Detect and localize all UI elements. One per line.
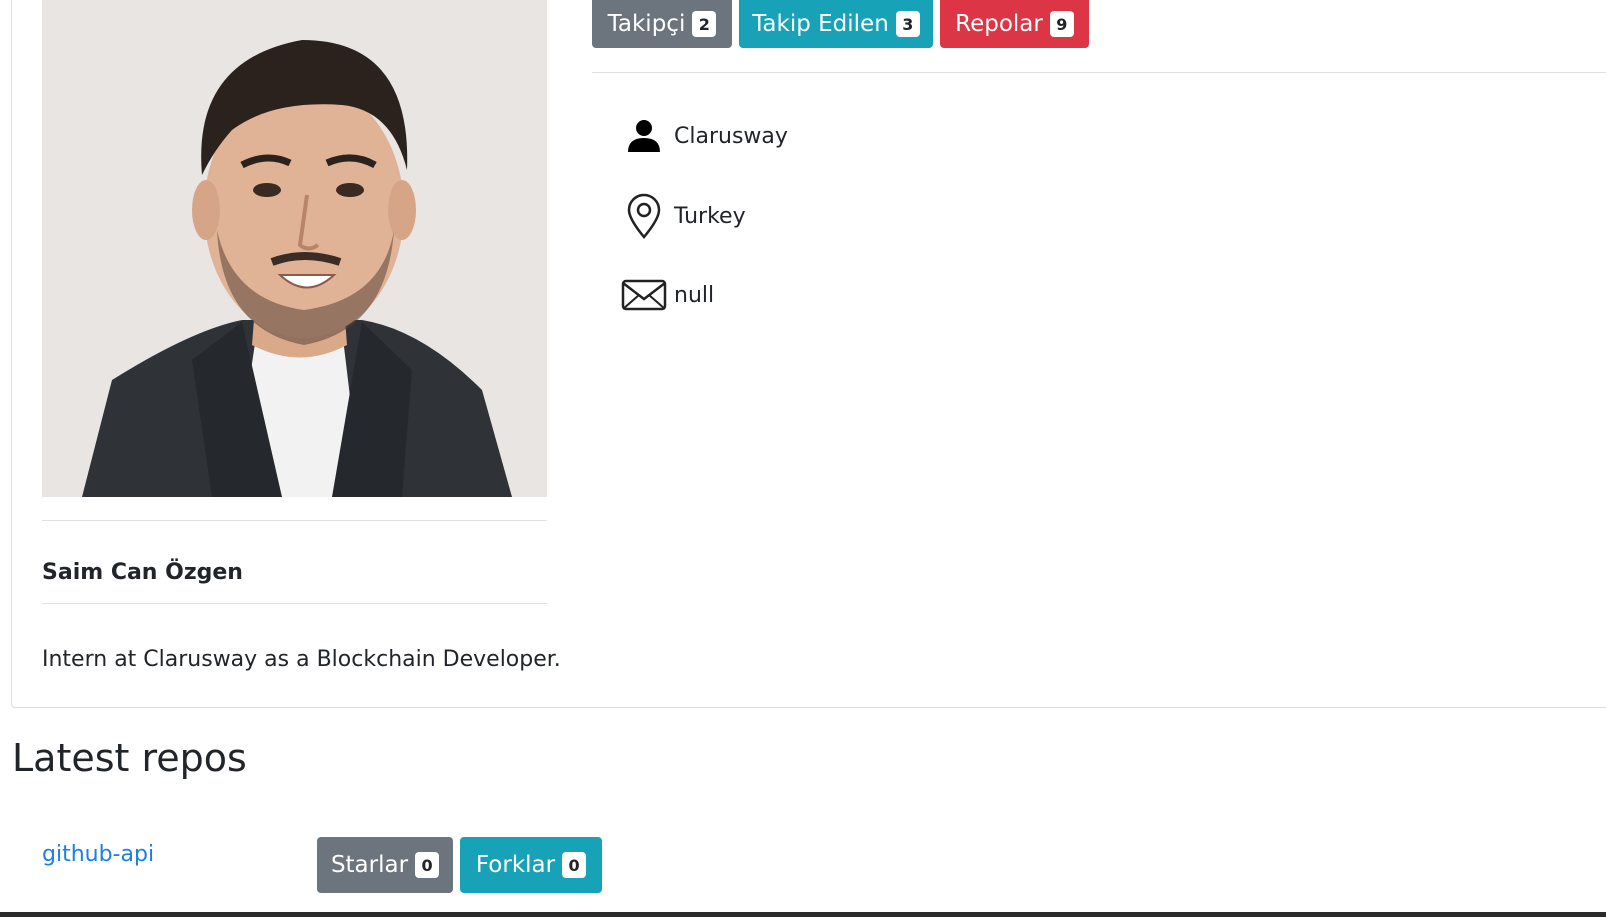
repos-button[interactable]: Repolar 9 xyxy=(940,0,1089,48)
following-label: Takip Edilen xyxy=(752,11,889,37)
following-button[interactable]: Takip Edilen 3 xyxy=(739,0,933,48)
profile-name: Saim Can Özgen xyxy=(42,560,243,585)
avatar-image xyxy=(42,0,547,497)
forks-button[interactable]: Forklar 0 xyxy=(460,837,602,893)
forks-label: Forklar xyxy=(475,852,556,878)
followers-button[interactable]: Takipçi 2 xyxy=(592,0,732,48)
person-icon xyxy=(620,112,668,160)
latest-repos-title: Latest repos xyxy=(12,736,247,780)
location-row: Turkey xyxy=(620,192,746,240)
info-divider xyxy=(592,72,1606,73)
following-count-badge: 3 xyxy=(895,11,920,37)
divider-bottom xyxy=(42,603,547,604)
followers-count-badge: 2 xyxy=(692,11,717,37)
email-text: null xyxy=(674,282,715,308)
company-text: Clarusway xyxy=(674,123,788,149)
envelope-icon xyxy=(620,271,668,319)
bottom-border xyxy=(0,912,1606,917)
email-row: null xyxy=(620,271,714,319)
forks-count-badge: 0 xyxy=(562,852,587,878)
profile-page: Saim Can Özgen Intern at Clarusway as a … xyxy=(0,0,1606,917)
repos-count-badge: 9 xyxy=(1049,11,1074,37)
stars-button[interactable]: Starlar 0 xyxy=(317,837,453,893)
company-row: Clarusway xyxy=(620,112,788,160)
repo-link[interactable]: github-api xyxy=(42,842,154,867)
repos-label: Repolar xyxy=(955,11,1043,37)
stars-count-badge: 0 xyxy=(415,852,440,878)
profile-bio: Intern at Clarusway as a Blockchain Deve… xyxy=(42,647,561,672)
location-text: Turkey xyxy=(674,203,746,229)
stars-label: Starlar xyxy=(330,852,409,878)
followers-label: Takipçi xyxy=(607,11,686,37)
profile-photo xyxy=(42,0,547,497)
location-pin-icon xyxy=(620,192,668,240)
divider-top xyxy=(42,520,547,521)
